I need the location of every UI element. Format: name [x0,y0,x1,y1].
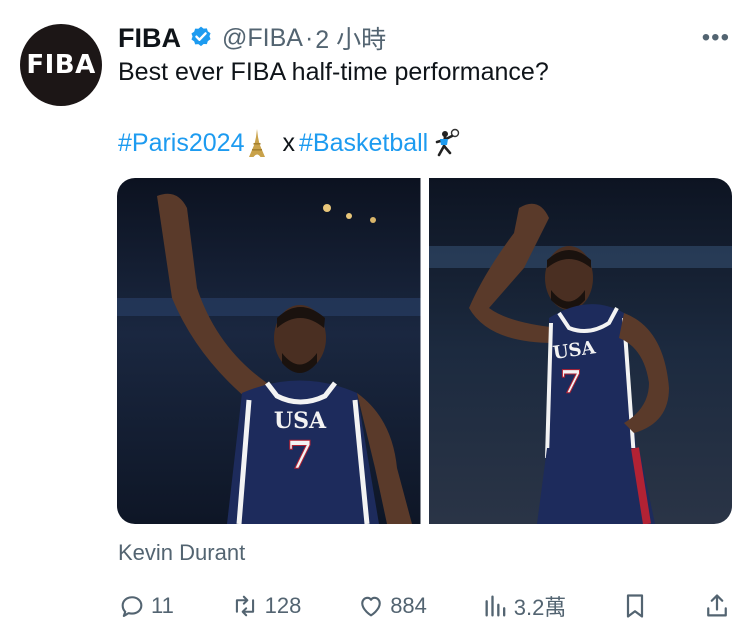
views-button[interactable]: 3.2萬 [483,590,567,622]
avatar-text: FIBA [26,50,96,80]
share-icon [707,594,727,617]
share-button[interactable] [704,592,730,620]
media-grid: USA 7 USA 7 [117,178,732,524]
timestamp[interactable]: 2 小時 [315,20,386,56]
photo-right[interactable]: USA 7 [428,178,732,524]
avatar[interactable]: FIBA [20,24,102,106]
like-button[interactable]: 884 [357,592,427,620]
reply-button[interactable]: 11 [118,592,174,620]
author-handle[interactable]: @FIBA [222,24,303,53]
bookmark-icon [627,594,644,618]
basketball-player-icon [432,128,462,158]
repost-icon [235,595,254,617]
display-name[interactable]: FIBA [118,23,181,54]
photo-left[interactable]: USA 7 [117,178,421,524]
photo-left-jersey-text: USA [274,408,327,434]
views-chart-icon [485,595,506,617]
tweet-text: Best ever FIBA half-time performance? [118,58,549,86]
more-options-icon[interactable]: ••• [702,24,730,52]
repost-button[interactable]: 128 [230,592,302,620]
view-count: 3.2萬 [513,595,567,620]
hashtag-basketball[interactable]: #Basketball [299,129,428,158]
eiffel-tower-icon [248,128,266,158]
verified-badge-icon [188,25,214,51]
photo-left-jersey-number: 7 [287,432,313,477]
hashtag-paris2024[interactable]: #Paris2024 [118,129,244,158]
heart-icon [361,596,381,617]
header-separator: · [304,23,314,52]
like-count: 884 [390,593,427,618]
tweet-header: FIBA @FIBA · 2 小時 [118,20,386,56]
repost-count: 128 [264,593,302,618]
reply-icon [121,596,143,617]
tagged-person-name: Kevin Durant [118,540,246,565]
action-bar: 11 128 884 3.2萬 [118,590,730,622]
photo-right-jersey-number: 7 [559,363,581,401]
hashtag-line: #Paris2024 x #Basketball [118,128,468,158]
reply-count: 11 [151,593,174,618]
bookmark-button[interactable] [622,592,648,620]
hashtag-connector: x [282,128,295,157]
tagged-people[interactable]: Kevin Durant [118,540,245,566]
